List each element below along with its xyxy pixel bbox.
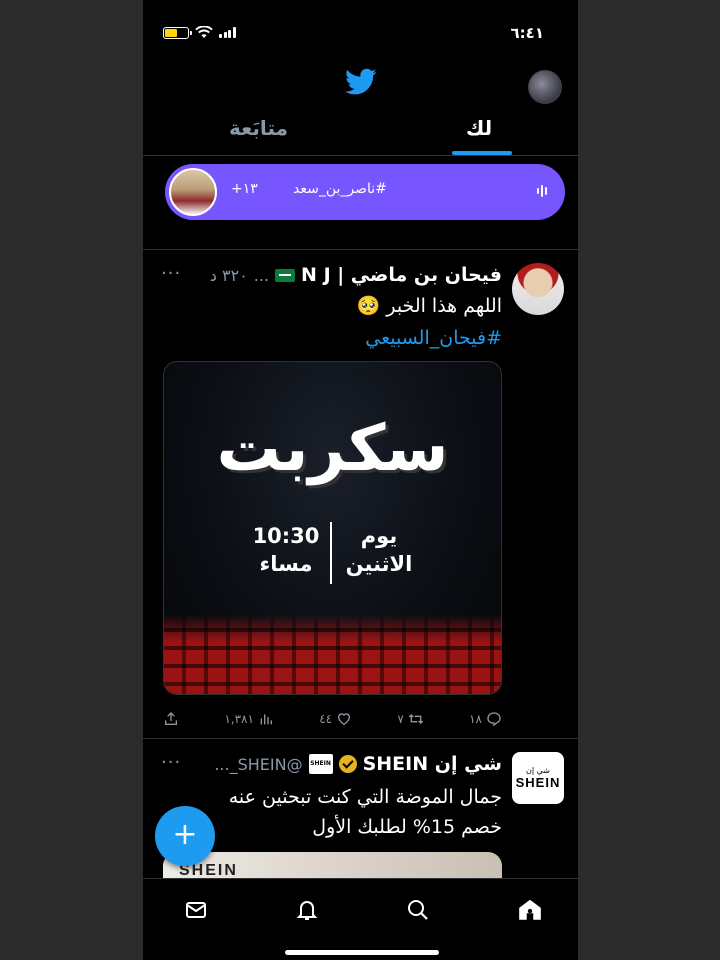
- audio-wave-icon: [537, 185, 547, 197]
- search-icon[interactable]: [403, 895, 433, 925]
- tweet[interactable]: شي إن SHEIN شي إن SHEIN SHEIN @SHEIN_...…: [143, 740, 578, 892]
- tweet-header: شي إن SHEIN SHEIN @SHEIN_...: [161, 752, 502, 776]
- tweet-text-line: جمال الموضة التي كنت تبحثين عنه: [228, 786, 502, 808]
- poster-day: يوم الاثنين: [345, 524, 413, 576]
- previous-tweet-actions: [143, 226, 578, 250]
- views-chart-icon: [260, 714, 272, 725]
- share-icon: [165, 712, 178, 725]
- author-name[interactable]: شي إن SHEIN: [363, 753, 502, 775]
- views-button[interactable]: ١,٣٨١: [224, 711, 274, 727]
- timeline-tabs: متابَعة لك: [143, 110, 578, 156]
- reply-icon: [487, 712, 501, 727]
- more-options-icon[interactable]: ···: [161, 752, 181, 773]
- profile-avatar[interactable]: [528, 70, 562, 104]
- space-listener-count: +١٣: [231, 181, 258, 197]
- tweet-media-image[interactable]: سكربت يوم الاثنين 10:30 مساء: [163, 361, 502, 695]
- reply-button[interactable]: ١٨: [469, 711, 502, 727]
- status-time: ٦:٤١: [510, 24, 544, 42]
- retweet-button[interactable]: ٧: [397, 711, 423, 727]
- phone-screen: ٦:٤١ متابَعة لك +١٣ #ناصر_بن_سعد فيحان ب…: [143, 0, 578, 960]
- twitter-bird-icon[interactable]: [344, 68, 377, 96]
- poster-divider: [330, 522, 332, 584]
- author-handle: ...: [253, 265, 270, 285]
- poster-time: 10:30 مساء: [252, 524, 320, 576]
- active-tab-indicator: [452, 151, 512, 155]
- tweet-text: اللهم هذا الخبر 🥺: [356, 295, 502, 317]
- heart-icon: [338, 713, 351, 726]
- verified-badge-icon: [338, 755, 357, 773]
- notifications-icon[interactable]: [292, 895, 322, 925]
- home-icon[interactable]: [515, 895, 545, 925]
- tweet-text-line: خصم 15% لطلبك الأول: [312, 816, 502, 838]
- brand-logo-icon: SHEIN: [308, 754, 333, 774]
- home-indicator[interactable]: [285, 950, 439, 955]
- wifi-icon: [195, 26, 213, 38]
- poster-title: سكربت: [216, 412, 451, 486]
- tweet[interactable]: فيحان بن ماضي | N J ... ٣٢٠ د ··· اللهم …: [143, 251, 578, 739]
- space-host-avatar: [169, 168, 217, 216]
- top-bar: [143, 60, 578, 108]
- battery-icon: [163, 26, 192, 39]
- messages-icon[interactable]: [181, 895, 211, 925]
- tweet-header: فيحان بن ماضي | N J ... ٣٢٠ د: [161, 263, 502, 287]
- tweet-author-avatar[interactable]: [512, 263, 564, 315]
- tab-for-you[interactable]: لك: [466, 116, 492, 140]
- share-button[interactable]: [163, 711, 179, 727]
- retweet-icon: [408, 714, 423, 724]
- status-bar: ٦:٤١: [143, 22, 578, 48]
- live-space-banner[interactable]: +١٣ #ناصر_بن_سعد: [165, 164, 565, 220]
- author-name[interactable]: فيحان بن ماضي | N J: [301, 264, 502, 286]
- tweet-author-avatar[interactable]: شي إن SHEIN: [512, 752, 564, 804]
- compose-tweet-button[interactable]: +: [155, 806, 215, 866]
- saudi-flag-icon: [275, 268, 296, 282]
- tweet-hashtag[interactable]: #فيحان_السبيعي: [172, 323, 502, 353]
- status-icons: [163, 26, 236, 39]
- tweet-actions: ١٨ ٧ ٤٤ ١,٣٨١: [163, 709, 502, 729]
- author-handle: @SHEIN_...: [214, 754, 303, 774]
- signal-icon: [219, 27, 236, 38]
- bottom-navigation: [143, 878, 578, 960]
- tweet-time: ٣٢٠ د: [209, 265, 248, 285]
- more-options-icon[interactable]: ···: [161, 263, 181, 284]
- space-title: #ناصر_بن_سعد: [293, 181, 387, 197]
- like-button[interactable]: ٤٤: [319, 711, 352, 727]
- tab-following[interactable]: متابَعة: [229, 116, 288, 140]
